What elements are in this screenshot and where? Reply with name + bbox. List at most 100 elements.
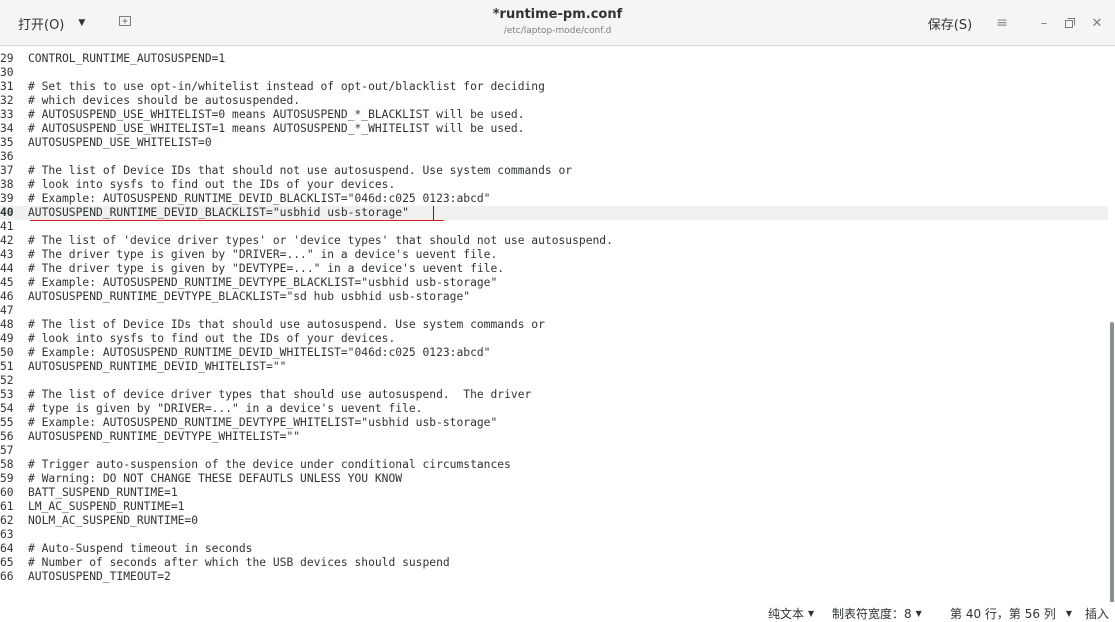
editor-line[interactable]: 44 # The driver type is given by "DEVTYPE… — [0, 262, 1108, 276]
line-number: 47 — [0, 304, 14, 317]
editor-line[interactable]: 53 # The list of device driver types that… — [0, 388, 1108, 402]
syntax-label: 纯文本 — [768, 607, 805, 621]
editor-line[interactable]: 47 — [0, 304, 1108, 318]
editor-line[interactable]: 61 LM_AC_SUSPEND_RUNTIME=1 — [0, 500, 1108, 514]
line-text: # AUTOSUSPEND_USE_WHITELIST=0 means AUTO… — [28, 108, 525, 121]
editor-line[interactable]: 49 # look into sysfs to find out the IDs … — [0, 332, 1108, 346]
editor-line[interactable]: 41 — [0, 220, 1108, 234]
editor-line[interactable]: 45 # Example: AUTOSUSPEND_RUNTIME_DEVTYPE… — [0, 276, 1108, 290]
header-bar: 打开(O) ▼ *runtime-pm.conf /etc/laptop-mod… — [0, 0, 1115, 46]
line-number: 61 — [0, 500, 14, 513]
editor-line[interactable]: 59 # Warning: DO NOT CHANGE THESE DEFAUTL… — [0, 472, 1108, 486]
line-text: # Example: AUTOSUSPEND_RUNTIME_DEVTYPE_W… — [28, 416, 498, 429]
editor-line[interactable]: 55 # Example: AUTOSUSPEND_RUNTIME_DEVTYPE… — [0, 416, 1108, 430]
line-number: 59 — [0, 472, 14, 485]
cursor-position-label: 第 40 行，第 56 列 — [950, 607, 1056, 621]
editor-line[interactable]: 42 # The list of 'device driver types' or… — [0, 234, 1108, 248]
editor-line[interactable]: 30 — [0, 66, 1108, 80]
line-number: 32 — [0, 94, 14, 107]
line-number: 60 — [0, 486, 14, 499]
editor-line[interactable]: 38 # look into sysfs to find out the IDs … — [0, 178, 1108, 192]
editor-line[interactable]: 56 AUTOSUSPEND_RUNTIME_DEVTYPE_WHITELIST=… — [0, 430, 1108, 444]
editor-line[interactable]: 63 — [0, 528, 1108, 542]
text-cursor — [433, 206, 434, 220]
tab-width-label: 制表符宽度：8 — [832, 607, 912, 621]
editor-line[interactable]: 33 # AUTOSUSPEND_USE_WHITELIST=0 means AU… — [0, 108, 1108, 122]
line-text: # Warning: DO NOT CHANGE THESE DEFAUTLS … — [28, 472, 403, 485]
editor-line[interactable]: 54 # type is given by "DRIVER=..." in a d… — [0, 402, 1108, 416]
editor-line[interactable]: 36 — [0, 150, 1108, 164]
line-number: 35 — [0, 136, 14, 149]
line-text: # Number of seconds after which the USB … — [28, 556, 450, 569]
editor-line[interactable]: 50 # Example: AUTOSUSPEND_RUNTIME_DEVID_W… — [0, 346, 1108, 360]
window-title: *runtime-pm.conf — [492, 7, 623, 22]
line-number: 52 — [0, 374, 14, 387]
line-number: 65 — [0, 556, 14, 569]
new-tab-icon[interactable] — [118, 12, 134, 32]
line-text: # Auto-Suspend timeout in seconds — [28, 542, 253, 555]
editor-line[interactable]: 35 AUTOSUSPEND_USE_WHITELIST=0 — [0, 136, 1108, 150]
window-subtitle: /etc/laptop-mode/conf.d — [503, 26, 612, 36]
line-number: 58 — [0, 458, 14, 471]
line-number: 37 — [0, 164, 14, 177]
editor-line[interactable]: 57 — [0, 444, 1108, 458]
line-text: AUTOSUSPEND_USE_WHITELIST=0 — [28, 136, 212, 149]
scrollbar-thumb[interactable] — [1110, 322, 1114, 622]
line-number: 45 — [0, 276, 14, 289]
chevron-down-icon: ▼ — [915, 609, 922, 618]
editor-line[interactable]: 39 # Example: AUTOSUSPEND_RUNTIME_DEVID_B… — [0, 192, 1108, 206]
line-number: 64 — [0, 542, 14, 555]
editor-line[interactable]: 29 CONTROL_RUNTIME_AUTOSUSPEND=1 — [0, 52, 1108, 66]
line-text: # The list of Device IDs that should use… — [28, 318, 545, 331]
insert-mode-indicator[interactable]: 插入 — [1085, 605, 1109, 622]
line-number: 34 — [0, 122, 14, 135]
line-text: AUTOSUSPEND_RUNTIME_DEVTYPE_BLACKLIST="s… — [28, 290, 471, 303]
close-icon[interactable]: ✕ — [1085, 11, 1109, 35]
line-text: # The driver type is given by "DEVTYPE=.… — [28, 262, 505, 275]
editor-line[interactable]: 58 # Trigger auto-suspension of the devic… — [0, 458, 1108, 472]
line-text: # Trigger auto-suspension of the device … — [28, 458, 511, 471]
syntax-selector[interactable]: 纯文本 ▼ — [768, 605, 814, 622]
editor-line[interactable]: 40 AUTOSUSPEND_RUNTIME_DEVID_BLACKLIST="u… — [0, 206, 1108, 220]
chevron-down-icon: ▼ — [808, 609, 815, 618]
line-text: # Example: AUTOSUSPEND_RUNTIME_DEVID_WHI… — [28, 346, 491, 359]
line-text: # The list of 'device driver types' or '… — [28, 234, 613, 247]
line-number: 30 — [0, 66, 14, 79]
save-button[interactable]: 保存(S) — [916, 10, 984, 36]
line-text: # Example: AUTOSUSPEND_RUNTIME_DEVTYPE_B… — [28, 276, 498, 289]
editor-line[interactable]: 51 AUTOSUSPEND_RUNTIME_DEVID_WHITELIST="" — [0, 360, 1108, 374]
line-number: 62 — [0, 514, 14, 527]
line-number: 48 — [0, 318, 14, 331]
maximize-icon[interactable] — [1058, 11, 1082, 35]
editor-line[interactable]: 46 AUTOSUSPEND_RUNTIME_DEVTYPE_BLACKLIST=… — [0, 290, 1108, 304]
text-editor[interactable]: 29 CONTROL_RUNTIME_AUTOSUSPEND=1 30 31 # Set… — [0, 46, 1115, 602]
editor-line[interactable]: 34 # AUTOSUSPEND_USE_WHITELIST=1 means AU… — [0, 122, 1108, 136]
editor-line[interactable]: 62 NOLM_AC_SUSPEND_RUNTIME=0 — [0, 514, 1108, 528]
line-text: LM_AC_SUSPEND_RUNTIME=1 — [28, 500, 185, 513]
line-text: # Example: AUTOSUSPEND_RUNTIME_DEVID_BLA… — [28, 192, 491, 205]
tab-width-selector[interactable]: 制表符宽度：8 ▼ — [832, 605, 922, 622]
open-button[interactable]: 打开(O) ▼ — [10, 8, 93, 38]
editor-line[interactable]: 65 # Number of seconds after which the US… — [0, 556, 1108, 570]
line-number: 54 — [0, 402, 14, 415]
line-text: NOLM_AC_SUSPEND_RUNTIME=0 — [28, 514, 199, 527]
chevron-down-icon: ▼ — [78, 18, 86, 28]
line-number: 66 — [0, 570, 14, 583]
line-number: 57 — [0, 444, 14, 457]
editor-line[interactable]: 43 # The driver type is given by "DRIVER=… — [0, 248, 1108, 262]
editor-line[interactable]: 32 # which devices should be autosuspende… — [0, 94, 1108, 108]
editor-line[interactable]: 64 # Auto-Suspend timeout in seconds — [0, 542, 1108, 556]
editor-line[interactable]: 60 BATT_SUSPEND_RUNTIME=1 — [0, 486, 1108, 500]
vertical-scrollbar[interactable] — [1109, 46, 1115, 622]
editor-line[interactable]: 48 # The list of Device IDs that should u… — [0, 318, 1108, 332]
editor-line[interactable]: 31 # Set this to use opt-in/whitelist ins… — [0, 80, 1108, 94]
minimize-icon[interactable]: – — [1032, 11, 1056, 35]
line-number: 46 — [0, 290, 14, 303]
line-number: 49 — [0, 332, 14, 345]
editor-line[interactable]: 52 — [0, 374, 1108, 388]
editor-line[interactable]: 66 AUTOSUSPEND_TIMEOUT=2 — [0, 570, 1108, 584]
hamburger-menu-icon[interactable]: ≡ — [990, 11, 1014, 35]
cursor-position-selector[interactable]: 第 40 行，第 56 列 ▼ — [950, 605, 1072, 622]
line-text: # The list of Device IDs that should not… — [28, 164, 573, 177]
editor-line[interactable]: 37 # The list of Device IDs that should n… — [0, 164, 1108, 178]
